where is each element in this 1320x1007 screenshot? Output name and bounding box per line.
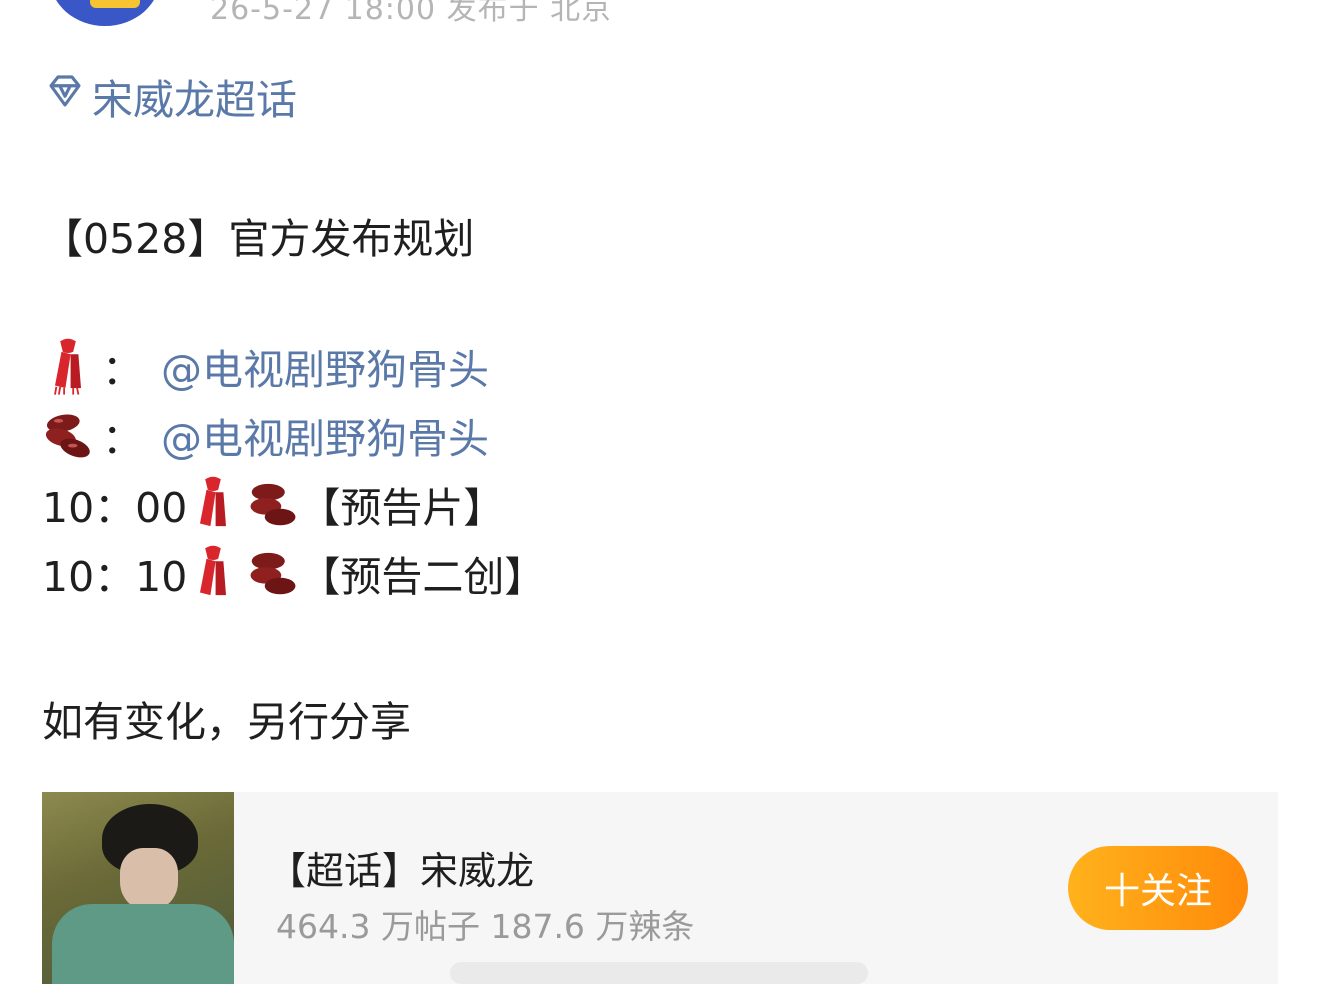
mention-link[interactable]: @电视剧野狗骨头 — [161, 405, 489, 465]
avatar-badge — [90, 0, 140, 8]
post-headline: 【0528】官方发布规划 — [42, 215, 475, 263]
post-meta: 26-5-27 18:00 发布于 北京 — [210, 0, 613, 27]
mention-line-2: ： @电视剧野狗骨头 — [42, 405, 489, 465]
schedule-label: 【预告二创】 — [299, 553, 546, 601]
author-avatar[interactable] — [50, 0, 160, 26]
scroll-indicator[interactable] — [450, 962, 868, 984]
scarf-emoji-icon — [187, 543, 239, 603]
schedule-label: 【预告片】 — [299, 484, 505, 532]
photo-face — [120, 848, 178, 910]
mention-link[interactable]: @电视剧野狗骨头 — [161, 336, 489, 396]
mention-colon: ： — [102, 346, 143, 394]
supertopic-card-stats: 464.3 万帖子 187.6 万辣条 — [276, 907, 695, 946]
beans-emoji-icon — [247, 474, 299, 534]
beans-emoji-icon — [42, 405, 94, 465]
scarf-emoji-icon — [187, 474, 239, 534]
schedule-time: 10：00 — [42, 484, 188, 532]
supertopic-label: 宋威龙超话 — [92, 76, 297, 124]
photo-sweater — [52, 904, 234, 984]
mention-line-1: ： @电视剧野狗骨头 — [42, 336, 489, 396]
schedule-line-2: 10：10 【预告二创】 — [42, 543, 545, 603]
follow-button[interactable]: 十关注 — [1068, 846, 1248, 930]
post-footer-text: 如有变化，另行分享 — [42, 698, 411, 746]
scarf-emoji-icon — [42, 336, 94, 396]
supertopic-cover-image — [42, 792, 234, 984]
supertopic-card-title: 【超话】宋威龙 — [268, 849, 535, 893]
supertopic-link[interactable]: 宋威龙超话 — [44, 66, 297, 126]
beans-emoji-icon — [247, 543, 299, 603]
diamond-icon — [44, 70, 86, 122]
schedule-time: 10：10 — [42, 553, 188, 601]
supertopic-card[interactable]: 【超话】宋威龙 464.3 万帖子 187.6 万辣条 十关注 — [42, 792, 1278, 984]
schedule-line-1: 10：00 【预告片】 — [42, 474, 504, 534]
mention-colon: ： — [102, 415, 143, 463]
